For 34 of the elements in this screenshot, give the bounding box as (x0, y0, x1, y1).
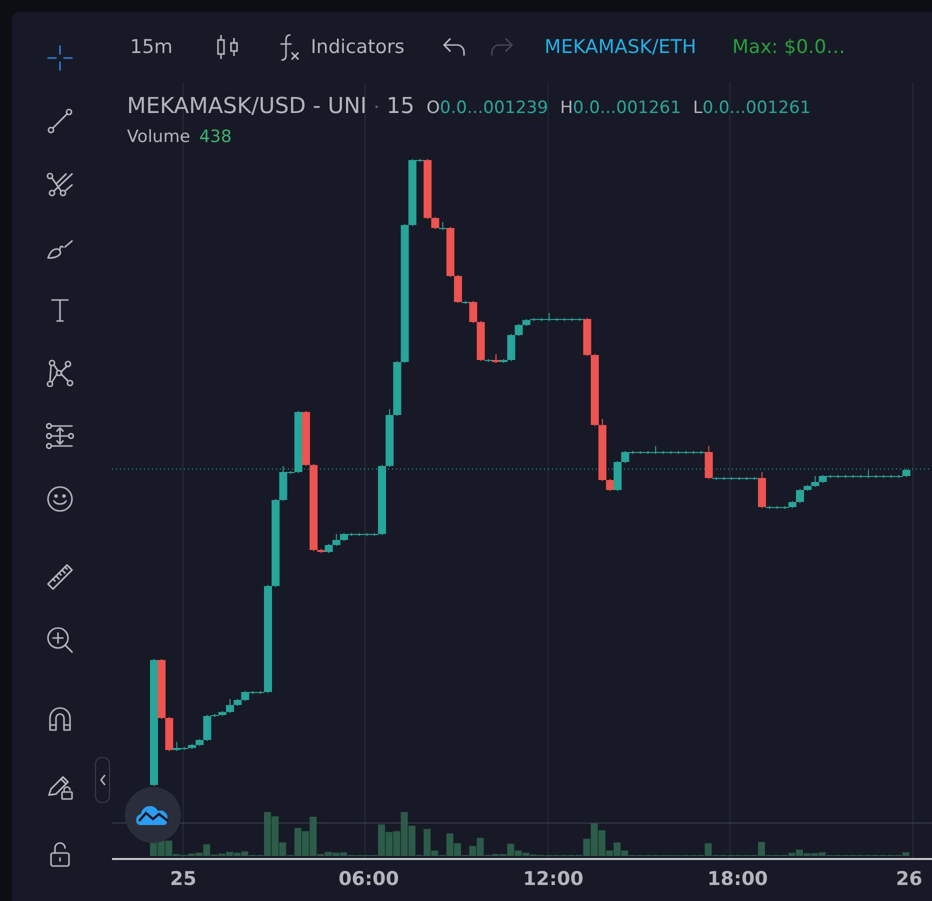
undo-icon[interactable] (440, 36, 467, 58)
chevron-left-icon (98, 774, 106, 786)
indicators-button[interactable]: Indicators (270, 28, 411, 66)
volume-label: Volume (127, 127, 190, 147)
interval-button[interactable]: 15m (124, 32, 179, 62)
crosshair-icon[interactable] (46, 44, 74, 72)
time-label: 06:00 (338, 868, 399, 892)
ohlc-label: H (560, 98, 573, 118)
trend-line-icon[interactable] (46, 107, 74, 135)
candle (386, 408, 394, 468)
ohlc-value: 0.0...001239 (440, 98, 548, 118)
smiley-icon[interactable] (46, 485, 74, 513)
symbol-button[interactable]: MEKAMASK/ETH (544, 32, 696, 62)
ohlc-value: 0.0...001261 (572, 98, 682, 118)
symbol-title: MEKAMASK/USD - UNI (127, 94, 367, 119)
pitchfork-icon[interactable] (46, 170, 74, 198)
candles-icon[interactable] (214, 33, 241, 61)
max-price-text: Max: $0.0… (732, 36, 846, 58)
ohlc-label: O (426, 98, 440, 118)
ohlc-value: 0.0...001261 (702, 98, 811, 118)
volume-value: 438 (199, 127, 232, 147)
interval-label: 15 (386, 94, 415, 119)
time-label: 12:00 (522, 868, 584, 892)
magnet-icon[interactable] (46, 704, 74, 732)
time-label: 25 (170, 868, 196, 892)
separator-dot: · (374, 97, 380, 118)
measure-lines-icon[interactable] (46, 422, 74, 450)
ohlc-label: L (693, 98, 703, 118)
time-label: 18:00 (707, 868, 768, 892)
time-label: 26 (896, 868, 922, 892)
collapse-button[interactable] (95, 757, 110, 803)
pattern-icon[interactable] (46, 359, 74, 387)
zoom-in-icon[interactable] (46, 626, 74, 654)
ruler-icon[interactable] (46, 563, 74, 591)
